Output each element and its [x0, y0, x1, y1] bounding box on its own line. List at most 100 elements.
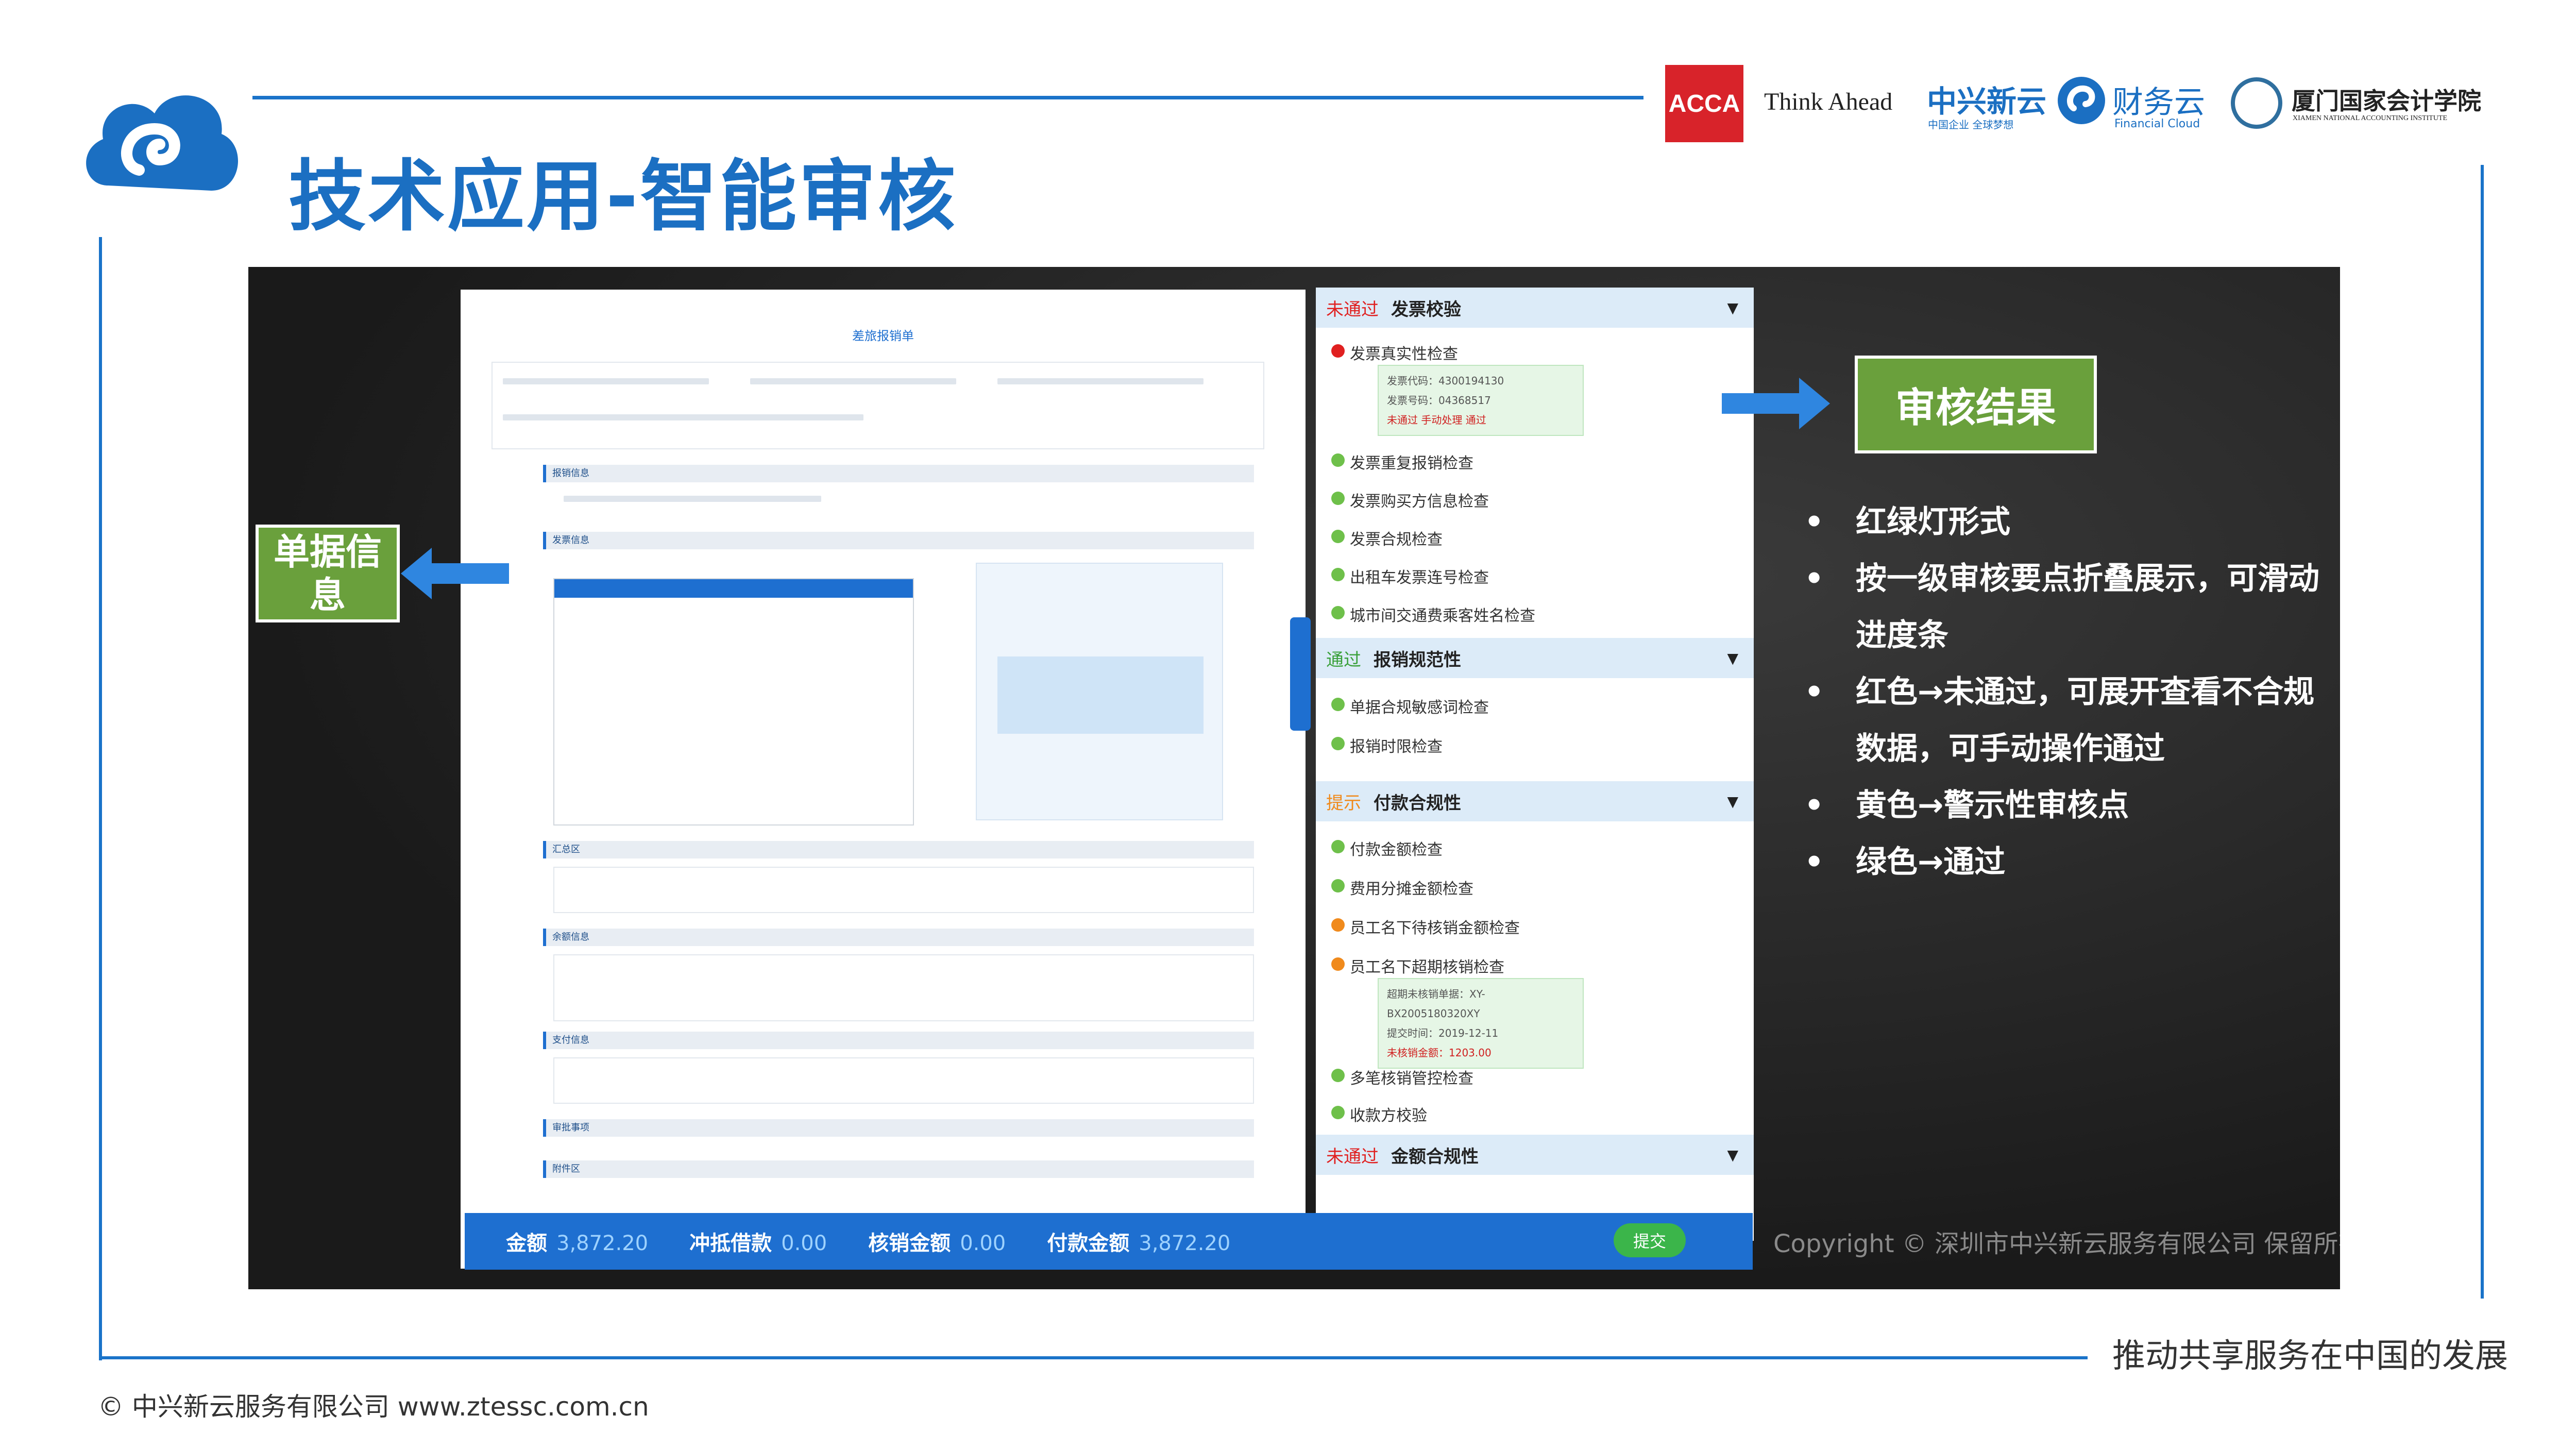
top-rule: [252, 96, 1643, 99]
acca-tagline: Think Ahead: [1764, 88, 1893, 115]
bullet-item: 绿色→通过: [1799, 834, 2335, 890]
footer-tagline: 推动共享服务在中国的发展: [2112, 1337, 2508, 1375]
status-dot-icon: [1331, 1069, 1345, 1082]
bullet-item: 按一级审核要点折叠展示，可滑动进度条: [1799, 550, 2335, 664]
audit-group-header[interactable]: 通过 报销规范性 ▼: [1316, 638, 1754, 678]
section-header: 汇总区: [543, 841, 1254, 858]
section-header: 报销信息: [543, 465, 1254, 482]
audit-status: 通过: [1326, 649, 1361, 670]
section-header: 发票信息: [543, 532, 1254, 549]
xiamen-logo-sub: XIAMEN NATIONAL ACCOUNTING INSTITUTE: [2293, 114, 2448, 122]
audit-item: 城市间交通费乘客姓名检查: [1350, 607, 1535, 625]
audit-item: 付款金额检查: [1350, 841, 1443, 859]
system-screenshot: 差旅报销单 报销信息 发票信息 汇总区 余额信息 支付信息 审批事项 附件区 未…: [248, 267, 2340, 1289]
arrow-right-icon: [1722, 378, 1830, 429]
status-dot-icon: [1331, 957, 1345, 971]
amount-bar: 金额 3,872.20 冲抵借款 0.00 核销金额 0.00 付款金额 3,872.2…: [465, 1213, 1753, 1270]
audit-status: 未通过: [1326, 1146, 1379, 1167]
status-dot-icon: [1331, 1106, 1345, 1119]
audit-status: 未通过: [1326, 299, 1379, 320]
audit-group-name: 报销规范性: [1374, 649, 1461, 670]
audit-item: 收款方校验: [1350, 1107, 1427, 1125]
detail-line: 未核销金额：1203.00: [1387, 1047, 1492, 1059]
audit-result-callout: 审核结果: [1855, 356, 2097, 453]
status-dot-icon: [1331, 737, 1345, 750]
audit-detail-box: 超期未核销单据：XY-BX2005180320XY 提交时间：2019-12-1…: [1378, 978, 1584, 1069]
status-dot-icon: [1331, 453, 1345, 467]
audit-item: 发票真实性检查: [1350, 345, 1458, 363]
audit-group-header[interactable]: 未通过 发票校验 ▼: [1316, 288, 1754, 328]
audit-group-header[interactable]: 提示 付款合规性 ▼: [1316, 781, 1754, 821]
audit-detail-box: 发票代码：4300194130 发票号码：04368517 未通过 手动处理 通…: [1378, 365, 1584, 436]
offset-item: 冲抵借款 0.00: [689, 1232, 827, 1255]
reimbursement-form: 差旅报销单 报销信息 发票信息 汇总区 余额信息 支付信息 审批事项 附件区: [461, 290, 1306, 1269]
submit-button[interactable]: 提交: [1614, 1223, 1686, 1257]
collapse-caret-icon: ▼: [1727, 649, 1738, 667]
audit-group-name: 付款合规性: [1374, 793, 1461, 814]
xiamen-logo-text: 厦门国家会计学院: [2292, 87, 2481, 115]
detail-line: 超期未核销单据：XY-BX2005180320XY: [1387, 988, 1485, 1020]
trip-timeline: [976, 563, 1223, 820]
copyright-watermark: Copyright © 深圳市中兴新云服务有限公司 保留所有权利: [1773, 1229, 2340, 1258]
status-dot-icon: [1331, 492, 1345, 505]
audit-item: 发票重复报销检查: [1350, 454, 1473, 473]
audit-item: 多笔核销管控检查: [1350, 1070, 1473, 1088]
xiamen-seal-icon: [2231, 77, 2282, 129]
page-title: 技术应用-智能审核: [289, 152, 958, 242]
bullet-item: 黄色→警示性审核点: [1799, 777, 2335, 834]
audit-status: 提示: [1326, 793, 1361, 814]
audit-panel: 未通过 发票校验 ▼ 发票真实性检查 发票代码：4300194130 发票号码：…: [1316, 288, 1754, 1241]
status-dot-icon: [1331, 918, 1345, 932]
right-rule: [2481, 165, 2484, 1299]
bottom-rule: [99, 1356, 2088, 1359]
document-info-callout: 单据信息: [256, 525, 400, 622]
audit-group-name: 发票校验: [1391, 299, 1461, 320]
form-header-block: [492, 362, 1264, 449]
audit-item: 出租车发票连号检查: [1350, 569, 1489, 587]
bullet-item: 红绿灯形式: [1799, 494, 2335, 550]
left-rule: [99, 237, 102, 1360]
section-header: 审批事项: [543, 1119, 1254, 1137]
status-dot-icon: [1331, 568, 1345, 581]
collapse-caret-icon: ▼: [1727, 299, 1738, 316]
audit-item: 单据合规敏感词检查: [1350, 699, 1489, 717]
caiwuyun-logo-sub: Financial Cloud: [2114, 117, 2200, 130]
caiwuyun-logo-icon: [2058, 77, 2105, 124]
audit-item: 费用分摊金额检查: [1350, 880, 1473, 898]
audit-group-header[interactable]: 未通过 金额合规性 ▼: [1316, 1135, 1754, 1175]
audit-item: 发票购买方信息检查: [1350, 493, 1489, 511]
status-dot-icon: [1331, 530, 1345, 543]
bullet-item: 红色→未通过，可展开查看不合规数据，可手动操作通过: [1799, 664, 2335, 777]
feature-bullets: 红绿灯形式 按一级审核要点折叠展示，可滑动进度条 红色→未通过，可展开查看不合规…: [1799, 494, 2335, 890]
collapse-caret-icon: ▼: [1727, 1146, 1738, 1164]
audit-item: 发票合规检查: [1350, 531, 1443, 549]
caiwuyun-logo-text: 财务云: [2112, 85, 2205, 121]
detail-line: 发票代码：4300194130: [1387, 375, 1504, 387]
collapse-caret-icon: ▼: [1727, 793, 1738, 810]
cloud-logo-icon: [86, 95, 239, 191]
status-dot-icon: [1331, 840, 1345, 853]
payment-item: 付款金额 3,872.20: [1047, 1232, 1231, 1255]
writeoff-item: 核销金额 0.00: [868, 1232, 1006, 1255]
calendar-widget[interactable]: [553, 578, 914, 825]
section-header: 支付信息: [543, 1032, 1254, 1049]
status-dot-icon: [1331, 698, 1345, 711]
acca-logo: ACCA: [1665, 65, 1743, 142]
arrow-left-icon: [401, 548, 509, 599]
zhongxing-logo-text: 中兴新云: [1927, 84, 2047, 119]
panel-toggle-handle[interactable]: [1290, 617, 1311, 731]
audit-item: 员工名下超期核销检查: [1350, 958, 1504, 976]
status-dot-icon: [1331, 879, 1345, 892]
zhongxing-logo-sub: 中国企业 全球梦想: [1928, 119, 2014, 131]
detail-line: 提交时间：2019-12-11: [1387, 1027, 1499, 1039]
audit-group-name: 金额合规性: [1391, 1146, 1479, 1167]
status-dot-icon: [1331, 344, 1345, 358]
status-dot-icon: [1331, 606, 1345, 619]
footer-copyright: © 中兴新云服务有限公司 www.ztessc.com.cn: [98, 1392, 649, 1422]
detail-line: 发票号码：04368517: [1387, 394, 1491, 407]
amount-item: 金额 3,872.20: [506, 1232, 649, 1255]
section-header: 附件区: [543, 1160, 1254, 1178]
audit-item: 员工名下待核销金额检查: [1350, 919, 1520, 937]
audit-item: 报销时限检查: [1350, 738, 1443, 756]
manual-pass-action[interactable]: 未通过 手动处理 通过: [1387, 410, 1574, 430]
